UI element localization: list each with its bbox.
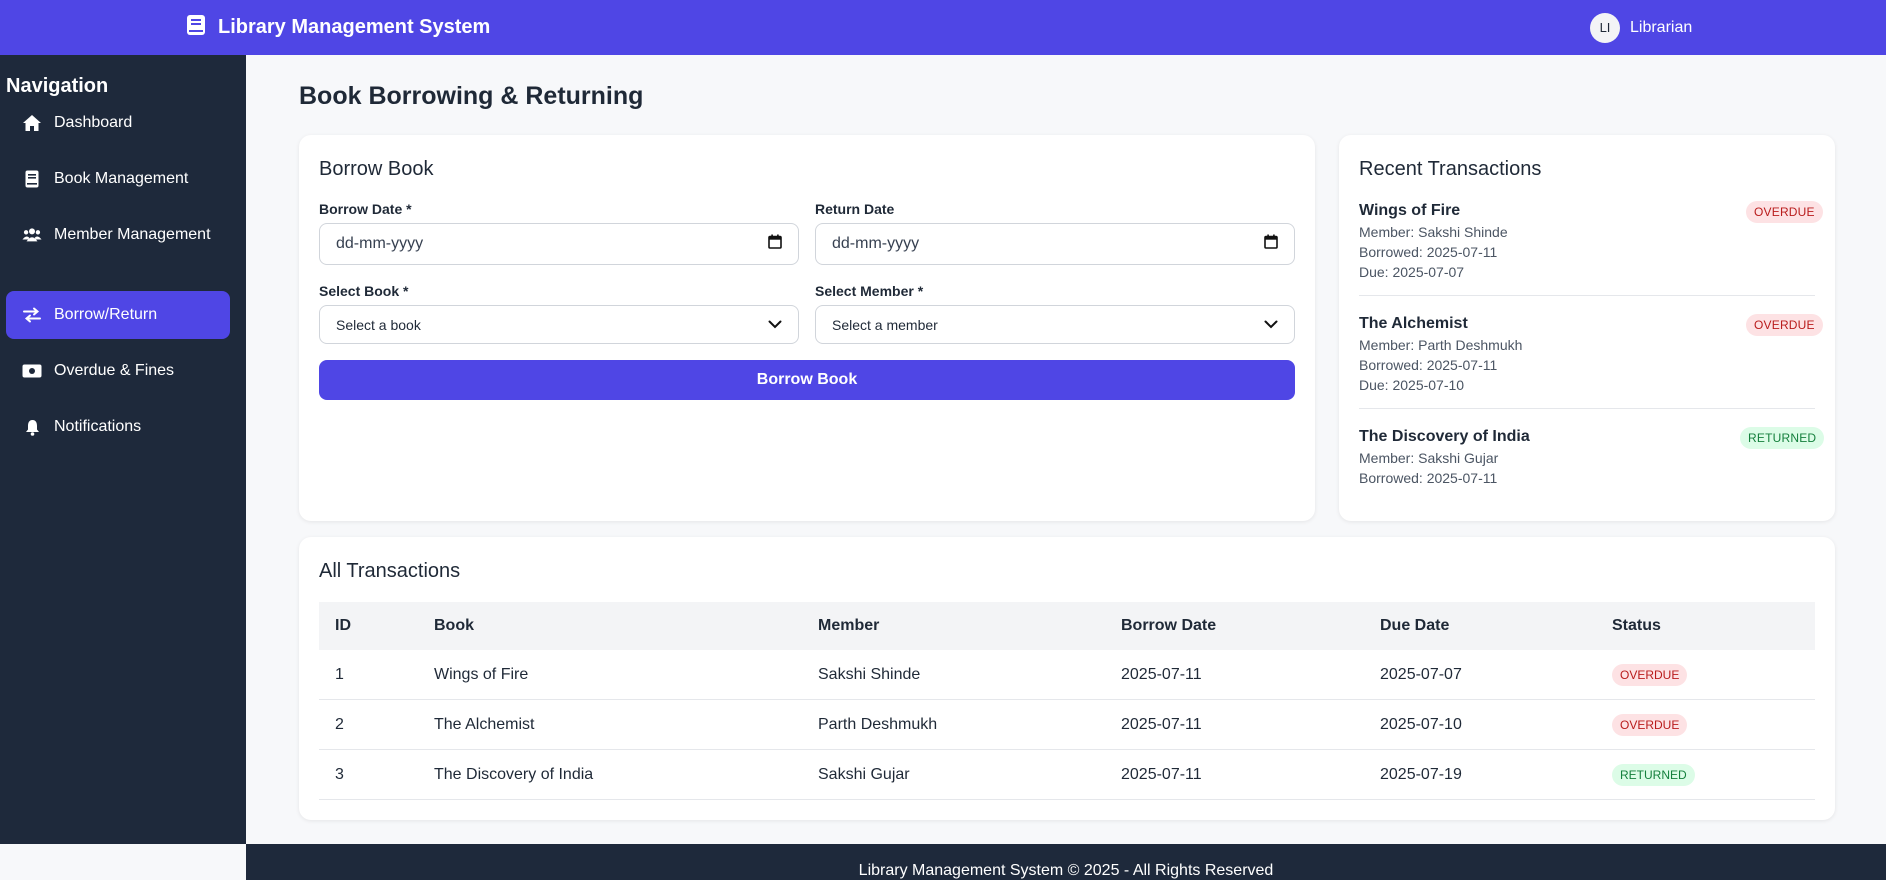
return-date-input[interactable]: dd-mm-yyyy [815, 223, 1295, 265]
exchange-icon [22, 305, 42, 325]
cell-member: Parth Deshmukh [818, 716, 938, 733]
recent-due: Due: 2025-07-07 [1359, 264, 1465, 280]
status-badge: OVERDUE [1746, 201, 1823, 223]
select-book-label: Select Book * [319, 283, 409, 299]
home-icon [22, 113, 42, 133]
borrow-date-input[interactable]: dd-mm-yyyy [319, 223, 799, 265]
recent-due: Due: 2025-07-10 [1359, 377, 1465, 393]
status-badge: RETURNED [1612, 764, 1695, 786]
cell-member: Sakshi Gujar [818, 766, 910, 783]
return-date-label: Return Date [815, 201, 895, 217]
bell-icon [22, 417, 42, 437]
sidebar-item-borrow-return[interactable]: Borrow/Return [6, 291, 230, 339]
sidebar-item-label: Book Management [54, 170, 189, 187]
users-icon [22, 225, 42, 245]
borrow-card-title: Borrow Book [319, 158, 434, 180]
column-header-id: ID [335, 617, 351, 634]
recent-borrowed: Borrowed: 2025-07-11 [1359, 244, 1498, 260]
table-row[interactable]: 2 The Alchemist Parth Deshmukh 2025-07-1… [319, 700, 1815, 750]
select-member-value: Select a member [832, 316, 938, 333]
sidebar-item-member-management[interactable]: Member Management [6, 211, 230, 259]
cell-id: 1 [335, 666, 344, 683]
page-title: Book Borrowing & Returning [299, 82, 644, 110]
cell-due-date: 2025-07-19 [1380, 766, 1462, 783]
chevron-down-icon [768, 316, 782, 334]
calendar-icon[interactable] [1264, 234, 1278, 254]
status-badge: OVERDUE [1612, 714, 1688, 736]
all-transactions-title: All Transactions [319, 560, 461, 582]
recent-borrowed: Borrowed: 2025-07-11 [1359, 357, 1498, 373]
column-header-status: Status [1612, 617, 1661, 634]
sidebar: Navigation Dashboard Book Management Mem… [0, 55, 246, 844]
cell-book: The Discovery of India [434, 766, 594, 783]
cell-borrow-date: 2025-07-11 [1121, 666, 1202, 683]
book-icon [186, 14, 206, 41]
cell-book: Wings of Fire [434, 666, 529, 683]
table-row[interactable]: 1 Wings of Fire Sakshi Shinde 2025-07-11… [319, 650, 1815, 700]
table-row[interactable]: 3 The Discovery of India Sakshi Gujar 20… [319, 750, 1815, 800]
column-header-book: Book [434, 617, 474, 634]
brand: Library Management System [186, 0, 490, 55]
sidebar-item-overdue-fines[interactable]: Overdue & Fines [6, 347, 230, 395]
sidebar-item-label: Dashboard [54, 114, 133, 131]
avatar[interactable]: LI [1590, 12, 1620, 43]
sidebar-item-label: Borrow/Return [54, 306, 158, 323]
column-header-member: Member [818, 617, 880, 634]
top-header: Library Management System LI Librarian [0, 0, 1886, 55]
column-header-due-date: Due Date [1380, 617, 1450, 634]
sidebar-item-label: Overdue & Fines [54, 362, 175, 379]
recent-borrowed: Borrowed: 2025-07-11 [1359, 470, 1498, 486]
cell-member: Sakshi Shinde [818, 666, 921, 683]
cell-due-date: 2025-07-07 [1380, 666, 1462, 683]
sidebar-item-dashboard[interactable]: Dashboard [6, 99, 230, 147]
return-date-value: dd-mm-yyyy [832, 235, 920, 252]
status-badge: OVERDUE [1746, 314, 1823, 336]
select-book-value: Select a book [336, 316, 421, 333]
sidebar-heading: Navigation [6, 75, 109, 97]
user-menu[interactable]: LI Librarian [1590, 0, 1692, 55]
sidebar-item-label: Notifications [54, 418, 142, 435]
book-icon [22, 169, 42, 189]
cell-borrow-date: 2025-07-11 [1121, 716, 1202, 733]
select-member-dropdown[interactable]: Select a member [815, 305, 1295, 344]
recent-member: Member: Sakshi Gujar [1359, 450, 1499, 466]
status-badge: RETURNED [1740, 427, 1825, 449]
borrow-book-button[interactable]: Borrow Book [319, 360, 1295, 400]
footer-text: Library Management System © 2025 - All R… [858, 862, 1274, 879]
calendar-icon[interactable] [768, 234, 782, 254]
recent-member: Member: Sakshi Shinde [1359, 224, 1508, 240]
sidebar-item-notifications[interactable]: Notifications [6, 403, 230, 451]
cell-due-date: 2025-07-10 [1380, 716, 1462, 733]
column-header-borrow-date: Borrow Date [1121, 617, 1217, 634]
select-member-label: Select Member * [815, 283, 924, 299]
user-name[interactable]: Librarian [1630, 19, 1692, 37]
cell-id: 2 [335, 716, 344, 733]
borrow-date-value: dd-mm-yyyy [336, 235, 424, 252]
divider [1359, 408, 1815, 409]
select-book-dropdown[interactable]: Select a book [319, 305, 799, 344]
cell-id: 3 [335, 766, 344, 783]
app-title: Library Management System [218, 16, 491, 38]
sidebar-item-book-management[interactable]: Book Management [6, 155, 230, 203]
cell-borrow-date: 2025-07-11 [1121, 766, 1202, 783]
cell-book: The Alchemist [434, 716, 535, 733]
table-header: ID Book Member Borrow Date Due Date Stat… [319, 602, 1815, 650]
chevron-down-icon [1264, 316, 1278, 334]
recent-card-title: Recent Transactions [1359, 158, 1542, 180]
footer: Library Management System © 2025 - All R… [246, 844, 1886, 880]
money-icon [22, 361, 42, 381]
sidebar-item-label: Member Management [54, 226, 211, 243]
borrow-date-label: Borrow Date * [319, 201, 412, 217]
recent-member: Member: Parth Deshmukh [1359, 337, 1523, 353]
divider [1359, 295, 1815, 296]
status-badge: OVERDUE [1612, 664, 1688, 686]
